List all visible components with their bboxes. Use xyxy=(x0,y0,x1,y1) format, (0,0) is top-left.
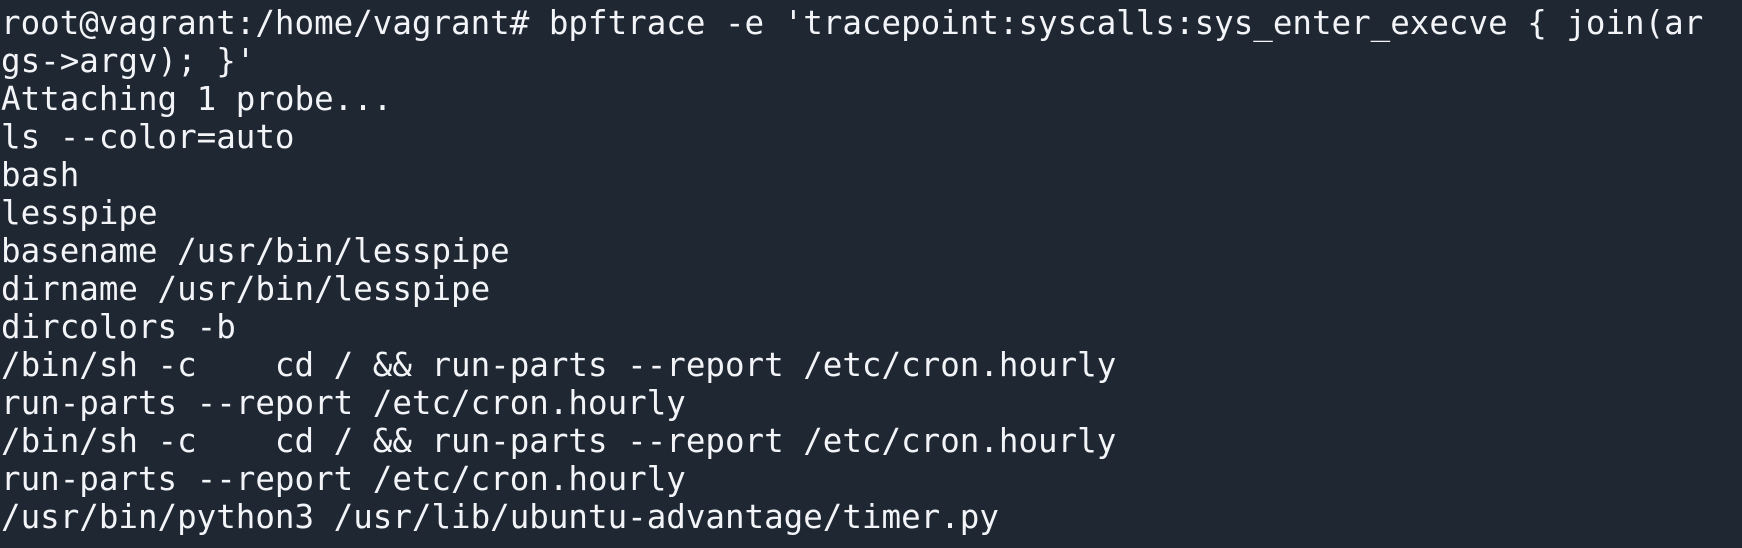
terminal-window[interactable]: root@vagrant:/home/vagrant# bpftrace -e … xyxy=(0,0,1742,548)
terminal-output-line: lesspipe xyxy=(1,194,158,232)
terminal-output-line: /usr/bin/python3 /usr/lib/ubuntu-advanta… xyxy=(1,498,999,536)
terminal-command-line: root@vagrant:/home/vagrant# bpftrace -e … xyxy=(1,4,1704,42)
terminal-output-line: dirname /usr/bin/lesspipe xyxy=(1,270,491,308)
terminal-output-line: basename /usr/bin/lesspipe xyxy=(1,232,510,270)
terminal-output-line: /bin/sh -c cd / && run-parts --report /e… xyxy=(1,422,1117,460)
terminal-output-line: /bin/sh -c cd / && run-parts --report /e… xyxy=(1,346,1117,384)
terminal-output-line: run-parts --report /etc/cron.hourly xyxy=(1,460,686,498)
terminal-output-line: ls --color=auto xyxy=(1,118,295,156)
terminal-output-line: Attaching 1 probe... xyxy=(1,80,393,118)
terminal-command-line-wrap: gs->argv); }' xyxy=(1,42,256,80)
terminal-output-line: bash xyxy=(1,156,80,194)
terminal-output-line: dircolors -b xyxy=(1,308,236,346)
terminal-output-line: run-parts --report /etc/cron.hourly xyxy=(1,384,686,422)
